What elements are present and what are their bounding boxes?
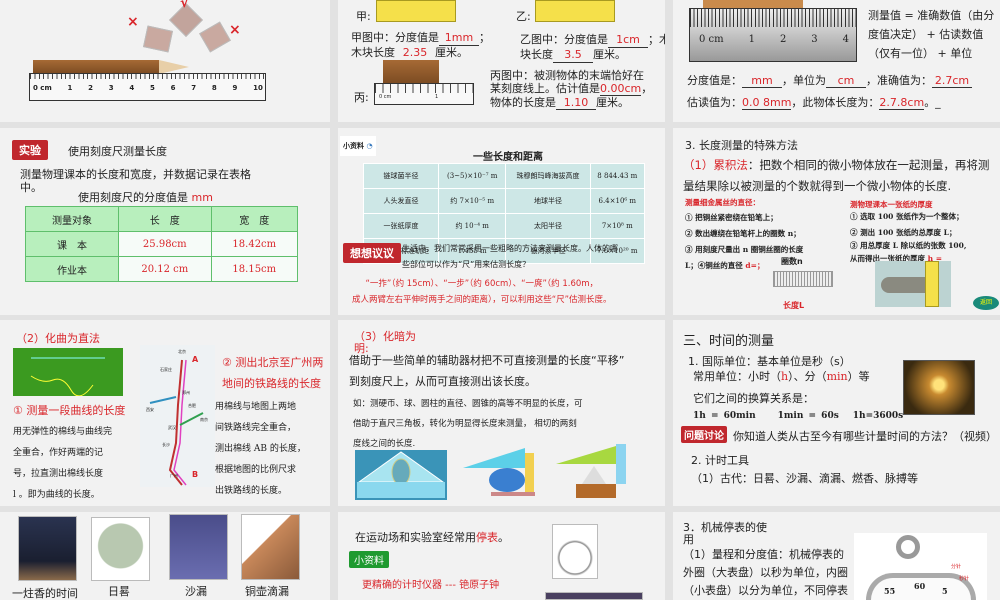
slide-thumbnail-10[interactable]: 一炷香的时间 日晷 沙漏 铜壶滴漏 bbox=[0, 512, 330, 600]
slide-thumbnail-1[interactable]: 0 cm 1 2 3 4 5 6 7 8 9 10 √ × × bbox=[0, 0, 330, 122]
measurement-table: 测量对象长 度宽 度 课 本 25.98cm 18.42cm 作业本 20.12 cm… bbox=[25, 206, 299, 282]
right-steps: ① 选取 100 张纸作为一个整体； ② 测出 100 张纸的总厚度 L； ③ 用总… bbox=[850, 212, 967, 263]
experiment-badge: 实验 bbox=[12, 140, 48, 160]
cone-triangle-image bbox=[556, 444, 631, 499]
info-logo: 小资料 ◔ bbox=[340, 136, 376, 156]
slide-title: 3. 长度测量的特殊方法 bbox=[685, 139, 798, 152]
stopwatch-crown bbox=[896, 535, 920, 559]
reading-line-1: 分度值是： mm ，单位为 cm ，准确值为： 2.7cm bbox=[687, 72, 972, 88]
railway-map: A B 北京 石家庄 郑州 西安 合肥 南京 武汉 长沙 广州 bbox=[140, 345, 215, 487]
curve-desc: 用无弹性的棉线与曲线完 全重合，作好两端的记 号，拉直测出棉线长度 l 。即为曲线的长… bbox=[13, 427, 113, 500]
atomic-clock-text: 更精确的计时仪器 --- 铯原子钟 bbox=[362, 580, 500, 591]
mechanical-stopwatch-image: 55 60 5 分针 秒针 bbox=[854, 533, 987, 600]
railway-route-icon bbox=[149, 359, 204, 486]
wood-block bbox=[703, 0, 803, 8]
si-unit: 1. 国际单位：基本单位是秒（s） bbox=[688, 355, 851, 368]
stopwatch-desc: （1）量程和分度值：机械停表的 外圈（大表盘）以秒为单位，内圈 （小表盘）以分为单位… bbox=[683, 548, 848, 597]
subtitle-railway: ② 测出北京至广州两 地间的铁路线的长度 bbox=[222, 356, 324, 390]
answer: “一拃”（约 15cm）、“一步”（约 60cm）、“一庹”（约 1.60m，成… bbox=[352, 279, 612, 305]
pencil-tip bbox=[159, 60, 189, 74]
stopwatch-image bbox=[552, 524, 598, 579]
slide-thumbnail-12[interactable]: 3．机械停表的使用 （1）量程和分度值：机械停表的 外圈（大表盘）以秒为单位，内圈… bbox=[673, 512, 1000, 600]
atomic-clock-image bbox=[545, 592, 643, 600]
bing-text: 丙图中：被测物体的末端恰好在 某刻度线上。估计值是0.00cm， 物体的长度是 1.1… bbox=[490, 69, 653, 110]
reading-line-2: 估读值为：0.0 8mm，此物体长度为：2.7.8cm。_ bbox=[687, 96, 941, 110]
cross-icon: × bbox=[229, 22, 241, 38]
jia-text: 甲图中：分度值是 1mm；木块长度 2.35 厘米。 bbox=[351, 31, 490, 61]
curve-line-icon bbox=[30, 357, 105, 397]
cross-icon: × bbox=[127, 14, 139, 30]
method-text: （1）累积法：把数个相同的微小物体放在一起测量，再将测 量结果除以被测量的个数就得… bbox=[683, 158, 990, 193]
caption-hourglass: 沙漏 bbox=[185, 585, 207, 598]
right-heading: 测物理课本一张纸的厚度 bbox=[850, 200, 933, 209]
formula: 测量值 = 准确数值（由分 度值决定） + 估读数值 （仅有一位） + 单位 bbox=[868, 9, 995, 60]
eye-left-image bbox=[142, 25, 174, 53]
slide-title: 三、时间的测量 bbox=[683, 334, 775, 349]
conversion-label: 它们之间的换算关系是： bbox=[693, 392, 814, 405]
conversion-formulas: 1h = 60min 1min = 60s 1h=3600s bbox=[693, 411, 904, 421]
slide-thumbnail-6[interactable]: 3. 长度测量的特殊方法 （1）累积法：把数个相同的微小物体放在一起测量，再将测… bbox=[673, 128, 1000, 315]
hourglass-image bbox=[169, 514, 228, 580]
ancient-tools: （1）古代：日晷、沙漏、滴漏、燃香、脉搏等 bbox=[691, 472, 918, 485]
slide-title: 使用刻度尺测量长度 bbox=[68, 145, 167, 158]
slide-thumbnail-5[interactable]: 小资料 ◔ 一些长度和距离 链球菌半径 (3~5)×10⁻⁷ m 珠穆朗玛峰海拔高度… bbox=[338, 128, 665, 315]
caption-sundial: 日晷 bbox=[108, 585, 130, 598]
slide-title: （2）化曲为直法 bbox=[16, 332, 100, 345]
discussion-badge: 问题讨论 bbox=[681, 426, 727, 443]
coil-image bbox=[773, 271, 833, 287]
label-yi: 乙: bbox=[516, 10, 531, 23]
ruler-yi bbox=[535, 0, 615, 22]
water-clock-image bbox=[241, 514, 300, 580]
coin-triangle-image bbox=[355, 450, 447, 500]
ruler-ticks: 0 cm 1 2 3 4 bbox=[699, 34, 849, 45]
eye-right-image bbox=[199, 21, 231, 53]
caption-incense: 一炷香的时间 bbox=[12, 587, 78, 600]
timing-tools-heading: 2. 计时工具 bbox=[691, 454, 749, 467]
ruler-bing: 0 cm 1 bbox=[374, 83, 474, 105]
label-bing: 丙: bbox=[354, 91, 369, 104]
slide-thumbnail-4[interactable]: 实验 使用刻度尺测量长度 测量物理课本的长度和宽度，并数据记录在表格 中。 使用刻… bbox=[0, 128, 330, 315]
curve-image bbox=[13, 348, 123, 397]
slide-thumbnail-9[interactable]: 三、时间的测量 1. 国际单位：基本单位是秒（s） 常用单位：小时（h）、分（m… bbox=[673, 320, 1000, 506]
ruler-jia bbox=[376, 0, 456, 22]
ruler-ticks: 0 cm 1 2 3 4 5 6 7 8 9 10 bbox=[33, 84, 263, 92]
slide-thumbnail-8[interactable]: （3）化暗为明: 借助于一些简单的辅助器材把不可直接测量的长度“平移” 到刻度尺上… bbox=[338, 320, 665, 506]
wood-block bbox=[383, 60, 439, 84]
stopwatch-intro: 在运动场和实验室经常用停表。 bbox=[355, 531, 509, 544]
label-jia: 甲: bbox=[356, 10, 371, 23]
left-heading: 测量细金属丝的直径： bbox=[685, 198, 760, 207]
check-icon: √ bbox=[180, 0, 190, 11]
sunset-video-thumbnail[interactable] bbox=[903, 360, 975, 415]
yi-text: 乙图中：分度值是 1cm ；木 块长度 3.5 厘米。 bbox=[520, 33, 665, 63]
subtitle-curve: ① 测量一段曲线的长度 bbox=[13, 404, 126, 417]
common-units: 常用单位：小时（h）、分（min）等 bbox=[693, 370, 870, 383]
slide-thumbnail-7[interactable]: （2）化曲为直法 ① 测量一段曲线的长度 用无弹性的棉线与曲线完 全重合，作好两端… bbox=[0, 320, 330, 506]
discuss-badge: 想想议议 bbox=[343, 243, 401, 263]
sundial-image bbox=[91, 517, 150, 581]
division-note: 使用刻度尺的分度值是 mm bbox=[78, 191, 213, 204]
slide-thumbnail-2[interactable]: 甲: 乙: 甲图中：分度值是 1mm；木块长度 2.35 厘米。 乙图中：分度值是 1c… bbox=[338, 0, 665, 122]
info-badge: 小资料 bbox=[349, 551, 389, 568]
discussion-question: 你知道人类从古至今有哪些计量时间的方法？（视频） bbox=[733, 430, 997, 443]
slide-thumbnail-3[interactable]: 0 cm 1 2 3 4 测量值 = 准确数值（由分 度值决定） + 估读数值 （仅有一位）… bbox=[673, 0, 1000, 122]
return-button[interactable]: 返回 bbox=[973, 296, 999, 310]
slide-title: 3．机械停表的使用 bbox=[683, 521, 767, 546]
slide-thumbnail-11[interactable]: 在运动场和实验室经常用停表。 小资料 更精确的计时仪器 --- 铯原子钟 bbox=[338, 512, 665, 600]
length-label: 长度L bbox=[783, 301, 805, 310]
table-title: 一些长度和距离 bbox=[473, 152, 543, 163]
ball-triangle-image bbox=[463, 448, 538, 498]
question: 生活中，我们常常采用一些粗略的方法来测量长度。人体的哪 些部位可以作为“尺”用来估… bbox=[402, 244, 618, 269]
paper-stack-image bbox=[875, 261, 951, 307]
pencil bbox=[33, 60, 159, 74]
example-text: 如：测硬币、球、圆柱的直径、圆锥的高等不明显的长度，可 借助于直尺三角板，转化为明… bbox=[353, 399, 583, 449]
incense-image bbox=[18, 516, 77, 581]
caption-water-clock: 铜壶滴漏 bbox=[245, 585, 289, 598]
coil-label: 圈数n bbox=[781, 257, 803, 266]
intro-text: 借助于一些简单的辅助器材把不可直接测量的长度“平移” 到刻度尺上，从而可直接测出该… bbox=[349, 354, 625, 388]
railway-desc: 用棉线与地图上两地 间铁路线完全重合， 测出棉线 AB 的长度， 根据地图的比例尺求出… bbox=[215, 402, 306, 496]
